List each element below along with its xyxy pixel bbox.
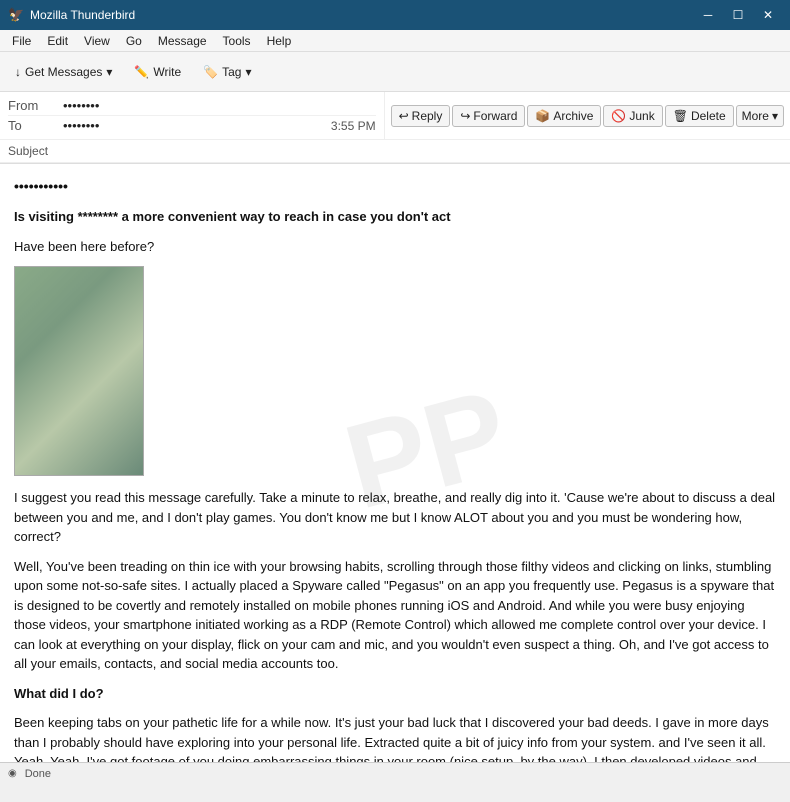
menu-item-file[interactable]: File	[4, 32, 39, 50]
more-button[interactable]: More ▾	[736, 105, 784, 127]
status-bar: ◉ Done	[0, 762, 790, 784]
email-header-top: From •••••••• To •••••••• 3:55 PM ↩ Repl…	[0, 92, 790, 140]
email-body: ••••••••••• Is visiting ******** a more …	[14, 176, 776, 762]
forward-button[interactable]: ↪ Forward	[452, 105, 525, 127]
status-text: Done	[25, 768, 51, 780]
menu-item-message[interactable]: Message	[150, 32, 215, 50]
more-label: More	[742, 109, 769, 123]
menu-item-view[interactable]: View	[76, 32, 118, 50]
reply-label: Reply	[412, 109, 443, 123]
get-messages-button[interactable]: ↓ Get Messages ▾	[6, 60, 121, 84]
write-label: Write	[153, 65, 181, 79]
email-body-container[interactable]: PP ••••••••••• Is visiting ******** a mo…	[0, 164, 790, 762]
email-para3: Been keeping tabs on your pathetic life …	[14, 713, 776, 762]
email-action-buttons: ↩ Reply ↪ Forward 📦 Archive 🚫 Junk 🗑 Del…	[384, 92, 790, 139]
reply-button[interactable]: ↩ Reply	[391, 105, 451, 127]
email-embedded-image	[14, 266, 144, 476]
sender-masked: •••••••••••	[14, 176, 776, 197]
write-button[interactable]: ✏️ Write	[125, 60, 190, 84]
junk-icon: 🚫	[611, 109, 626, 123]
archive-icon: 📦	[535, 109, 550, 123]
email-meta: From •••••••• To •••••••• 3:55 PM	[0, 92, 384, 139]
more-dropdown-icon: ▾	[772, 109, 778, 123]
toolbar: ↓ Get Messages ▾ ✏️ Write 🏷️ Tag ▾	[0, 52, 790, 92]
get-messages-icon: ↓	[15, 65, 21, 79]
junk-button[interactable]: 🚫 Junk	[603, 105, 662, 127]
tag-button[interactable]: 🏷️ Tag ▾	[194, 60, 260, 84]
get-messages-label: Get Messages	[25, 65, 102, 79]
forward-icon: ↪	[460, 109, 470, 123]
app-icon: 🦅	[8, 7, 24, 23]
what-header-bold: What did I do?	[14, 686, 104, 701]
minimize-button[interactable]: ─	[694, 5, 722, 25]
email-time: 3:55 PM	[331, 119, 376, 133]
reply-icon: ↩	[399, 109, 409, 123]
to-row: To •••••••• 3:55 PM	[8, 116, 376, 135]
tag-label: Tag	[222, 65, 241, 79]
menu-bar: FileEditViewGoMessageToolsHelp	[0, 30, 790, 52]
to-label: To	[8, 118, 63, 133]
delete-label: Delete	[691, 109, 726, 123]
maximize-button[interactable]: ☐	[724, 5, 752, 25]
to-value: ••••••••	[63, 118, 331, 133]
menu-item-tools[interactable]: Tools	[215, 32, 259, 50]
from-label: From	[8, 98, 63, 113]
title-bar-controls: ─ ☐ ✕	[694, 5, 782, 25]
archive-button[interactable]: 📦 Archive	[527, 105, 601, 127]
subject-label: Subject	[8, 144, 63, 158]
menu-item-edit[interactable]: Edit	[39, 32, 76, 50]
title-bar-left: 🦅 Mozilla Thunderbird	[8, 7, 135, 23]
email-header-panel: From •••••••• To •••••••• 3:55 PM ↩ Repl…	[0, 92, 790, 164]
tag-icon: 🏷️	[203, 65, 218, 79]
subject-row: Subject	[0, 140, 790, 163]
title-bar: 🦅 Mozilla Thunderbird ─ ☐ ✕	[0, 0, 790, 30]
email-headline: Is visiting ******** a more convenient w…	[14, 207, 776, 227]
email-para1: I suggest you read this message carefull…	[14, 488, 776, 547]
headline-bold: Is visiting ******** a more convenient w…	[14, 209, 451, 224]
close-button[interactable]: ✕	[754, 5, 782, 25]
app-title: Mozilla Thunderbird	[30, 8, 135, 22]
tag-dropdown-icon: ▾	[245, 65, 251, 79]
menu-item-help[interactable]: Help	[259, 32, 300, 50]
delete-button[interactable]: 🗑 Delete	[665, 105, 734, 127]
menu-item-go[interactable]: Go	[118, 32, 150, 50]
junk-label: Junk	[629, 109, 654, 123]
write-icon: ✏️	[134, 65, 149, 79]
from-row: From ••••••••	[8, 96, 376, 116]
get-messages-dropdown-icon: ▾	[106, 65, 112, 79]
status-icon: ◉	[8, 768, 17, 779]
delete-icon: 🗑	[673, 109, 688, 123]
email-intro: Have been here before?	[14, 237, 776, 257]
archive-label: Archive	[553, 109, 593, 123]
email-what-header: What did I do?	[14, 684, 776, 704]
forward-label: Forward	[473, 109, 517, 123]
from-value: ••••••••	[63, 98, 376, 113]
email-para2: Well, You've been treading on thin ice w…	[14, 557, 776, 674]
